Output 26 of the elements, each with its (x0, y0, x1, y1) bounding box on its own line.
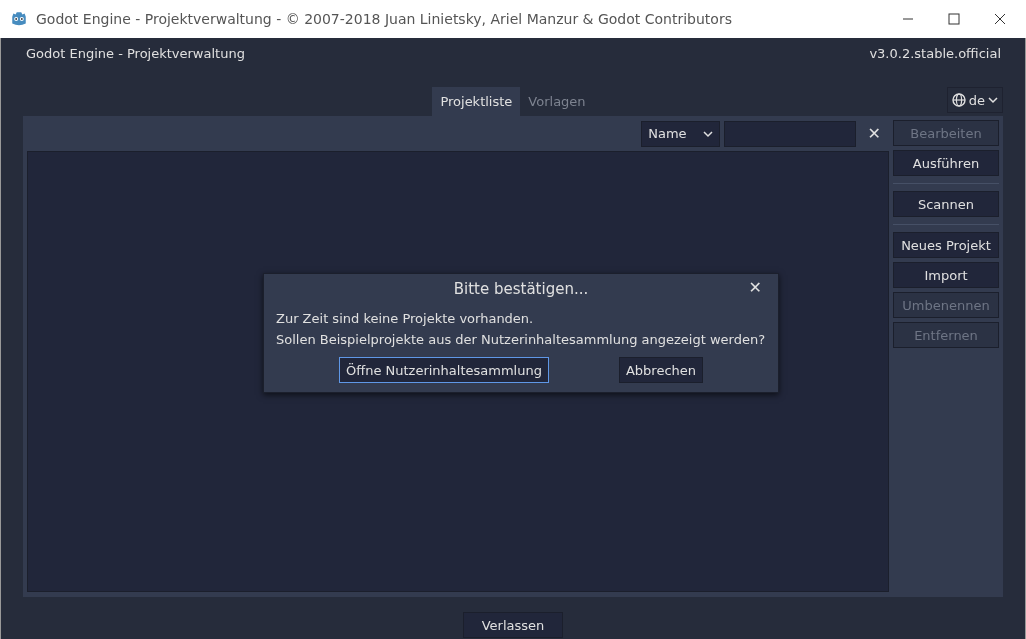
search-field[interactable] (723, 120, 856, 147)
app-title: Godot Engine - Projektverwaltung (26, 46, 245, 63)
dialog-message: Zur Zeit sind keine Projekte vorhanden. (276, 310, 535, 328)
clear-button[interactable]: ✕ (859, 124, 889, 143)
close-icon[interactable] (994, 13, 1006, 25)
tab[interactable]: Projektliste (432, 87, 521, 116)
quit-button[interactable]: Verlassen (463, 612, 563, 638)
action-button[interactable]: Scannen (893, 191, 999, 217)
caret-icon (988, 96, 998, 104)
maximize-icon[interactable] (948, 13, 960, 25)
tab[interactable]: Vorlagen (520, 87, 594, 116)
globe-icon (951, 93, 966, 107)
close-button[interactable]: ✕ (742, 277, 768, 298)
sort-dropdown[interactable]: Name (641, 120, 720, 147)
dialog-message: Sollen Beispielprojekte aus der Nutzerinhaltesammlung angezeigt werden? (276, 331, 766, 349)
action-button[interactable]: Import (893, 262, 999, 288)
language-button[interactable]: de (946, 87, 1003, 113)
robot-logo-icon (10, 10, 28, 28)
action-button[interactable]: Ausführen (893, 150, 999, 176)
window-title: Godot Engine - Projektverwaltung - © 2007-2018 Juan Linietsky, Ariel Manzur & Godot Contributors (36, 11, 733, 27)
dialog-button[interactable]: Abbrechen (618, 357, 703, 383)
dialog-title: Bitte bestätigen... (453, 280, 589, 298)
dialog-button[interactable]: Öffne Nutzerinhaltesammlung (338, 357, 549, 383)
version-label: v3.0.2.stable.official (869, 46, 1001, 63)
action-button[interactable]: Neues Projekt (893, 232, 999, 258)
caret-icon (702, 129, 713, 138)
